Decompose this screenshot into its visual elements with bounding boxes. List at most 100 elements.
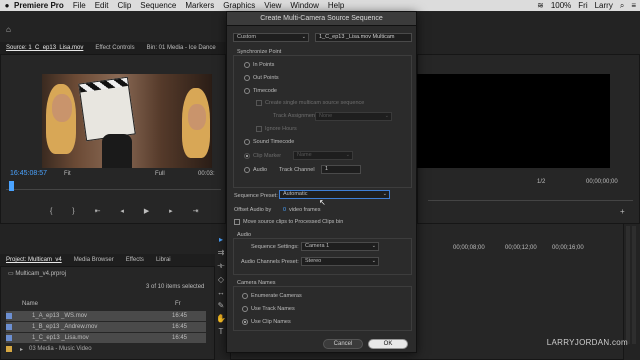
playhead[interactable]: [9, 181, 14, 191]
preset-value: Custom: [237, 34, 256, 40]
menu-file[interactable]: File: [73, 1, 86, 10]
transport-controls[interactable]: { } ⇤ ◂ ▶ ▸ ⇥: [50, 207, 208, 215]
list-item[interactable]: ▸ 03 Media - Music Video: [6, 344, 206, 354]
ripple-tool-icon[interactable]: ⟛: [217, 261, 224, 271]
tab-libraries[interactable]: Librai: [156, 257, 171, 263]
menu-clip[interactable]: Clip: [118, 1, 132, 10]
menu-app-name[interactable]: Premiere Pro: [14, 1, 64, 10]
source-panel-tabs: Source: 1_C_ep13_Lisa.mov Effect Control…: [0, 42, 226, 54]
menu-list-icon[interactable]: ≡: [631, 1, 636, 10]
chevron-down-icon: ⌄: [382, 191, 387, 197]
sequence-preset-value: Automatic: [283, 191, 308, 197]
project-file-name: ▭ Multicam_v4.prproj: [8, 270, 66, 277]
tab-bin[interactable]: Bin: 01 Media - Ice Dance: [147, 45, 216, 51]
audio-channels-value: Stereo: [305, 258, 322, 264]
menu-markers[interactable]: Markers: [185, 1, 214, 10]
tools-panel: ▸ ⇉ ⟛ ◇ ↔ ✎ ✋ T: [216, 235, 226, 345]
list-item[interactable]: 1_C_ep13 _Lisa.mov 16:45: [6, 333, 206, 343]
tab-effects[interactable]: Effects: [126, 257, 144, 263]
menu-edit[interactable]: Edit: [95, 1, 109, 10]
sequence-settings-select[interactable]: Camera 1 ⌄: [301, 242, 379, 251]
clapperboard-image: [78, 76, 136, 142]
source-timecode[interactable]: 16:45:08:57: [10, 170, 47, 177]
type-tool-icon[interactable]: T: [219, 327, 224, 336]
source-time-ruler[interactable]: [6, 182, 221, 190]
chevron-down-icon: ⌄: [384, 113, 389, 119]
in-points-radio[interactable]: [244, 62, 250, 68]
audio-meter-right: [632, 226, 636, 344]
sequence-preset-select[interactable]: Automatic ⌄: [279, 190, 390, 199]
use-track-names-radio[interactable]: [242, 306, 248, 312]
add-button-icon[interactable]: +: [620, 207, 625, 216]
out-points-radio[interactable]: [244, 75, 250, 81]
program-fraction[interactable]: 1/2: [537, 179, 545, 185]
audio-radio[interactable]: [244, 167, 250, 173]
menu-window[interactable]: Window: [290, 1, 318, 10]
ok-button[interactable]: OK: [368, 339, 408, 349]
create-single-checkbox[interactable]: [256, 100, 262, 106]
column-framerate-header[interactable]: Fr: [175, 301, 181, 307]
offset-audio-unit: video frames: [289, 207, 321, 213]
sequence-settings-label: Sequence Settings:: [251, 244, 299, 250]
hand-tool-icon[interactable]: ✋: [216, 314, 226, 323]
timeline-tick: 00;00;12;00: [505, 245, 537, 251]
use-clip-names-label: Use Clip Names: [251, 319, 291, 325]
audio-channels-select[interactable]: Stereo ⌄: [301, 257, 379, 266]
clip-start: 16:45: [172, 335, 188, 341]
sound-timecode-radio[interactable]: [244, 139, 250, 145]
ignore-hours-checkbox[interactable]: [256, 126, 262, 132]
tab-media-browser[interactable]: Media Browser: [74, 257, 114, 263]
create-single-label: Create single multicam source sequence: [265, 100, 365, 106]
move-clips-checkbox[interactable]: [234, 219, 240, 225]
quality-select[interactable]: Full: [155, 171, 165, 177]
zoom-select[interactable]: Fit: [64, 171, 71, 177]
use-track-names-label: Use Track Names: [251, 306, 295, 312]
menu-help[interactable]: Help: [328, 1, 344, 10]
track-assignments-select[interactable]: None ⌄: [315, 112, 392, 121]
list-item[interactable]: 1_B_ep13 _Andrew.mov 16:45: [6, 322, 206, 332]
list-item[interactable]: 1_A_ep13 _WS.mov 16:45: [6, 311, 206, 321]
pen-tool-icon[interactable]: ✎: [218, 301, 225, 310]
folder-icon: ▸: [20, 346, 24, 353]
sequence-name-field[interactable]: 1_C_ep13 _Lisa.mov Multicam: [315, 33, 412, 42]
mouse-cursor-icon: ↖: [319, 198, 326, 207]
enumerate-cameras-radio[interactable]: [242, 293, 248, 299]
cancel-button[interactable]: Cancel: [323, 339, 363, 349]
wifi-icon[interactable]: ≋: [537, 1, 544, 10]
project-panel-tabs: Project: Multicam_v4 Media Browser Effec…: [0, 254, 215, 266]
track-select-tool-icon[interactable]: ⇉: [218, 248, 225, 257]
user-label[interactable]: Larry: [595, 1, 613, 10]
menu-view[interactable]: View: [264, 1, 281, 10]
search-icon[interactable]: ⌕: [620, 1, 624, 11]
selection-tool-icon[interactable]: ▸: [219, 235, 223, 244]
menu-graphics[interactable]: Graphics: [223, 1, 255, 10]
timecode-radio[interactable]: [244, 88, 250, 94]
sequence-preset-label: Sequence Preset:: [234, 193, 278, 199]
program-video-frame: [417, 74, 610, 168]
apple-menu-icon[interactable]: ●: [0, 1, 14, 10]
tab-source[interactable]: Source: 1_C_ep13_Lisa.mov: [6, 45, 83, 51]
track-assignments-label: Track Assignments:: [273, 113, 321, 119]
program-time-ruler[interactable]: [428, 193, 633, 201]
use-clip-names-radio[interactable]: [242, 319, 248, 325]
home-icon[interactable]: ⌂: [6, 25, 11, 34]
move-clips-label: Move source clips to Processed Clips bin: [243, 219, 344, 225]
clip-marker-value: Name: [297, 152, 312, 158]
preset-select[interactable]: Custom ⌄: [233, 33, 309, 42]
menu-sequence[interactable]: Sequence: [140, 1, 176, 10]
tab-project[interactable]: Project: Multicam_v4: [6, 257, 62, 263]
razor-tool-icon[interactable]: ◇: [218, 275, 224, 284]
slip-tool-icon[interactable]: ↔: [217, 288, 225, 297]
audio-sync-label: Audio: [253, 167, 268, 173]
ignore-hours-label: Ignore Hours: [265, 126, 297, 132]
column-name-header[interactable]: Name: [22, 301, 38, 307]
clip-start: 16:45: [172, 313, 188, 319]
tab-effect-controls[interactable]: Effect Controls: [95, 45, 134, 51]
clip-marker-radio[interactable]: [244, 153, 250, 159]
dialog-title: Create Multi-Camera Source Sequence: [227, 12, 416, 26]
offset-audio-value[interactable]: 0: [283, 207, 286, 213]
clip-marker-select[interactable]: Name ⌄: [293, 151, 353, 160]
source-video-frame: [42, 74, 212, 168]
timeline-tick: 00;00;08;00: [453, 245, 485, 251]
track-channel-field[interactable]: 1: [321, 165, 361, 174]
